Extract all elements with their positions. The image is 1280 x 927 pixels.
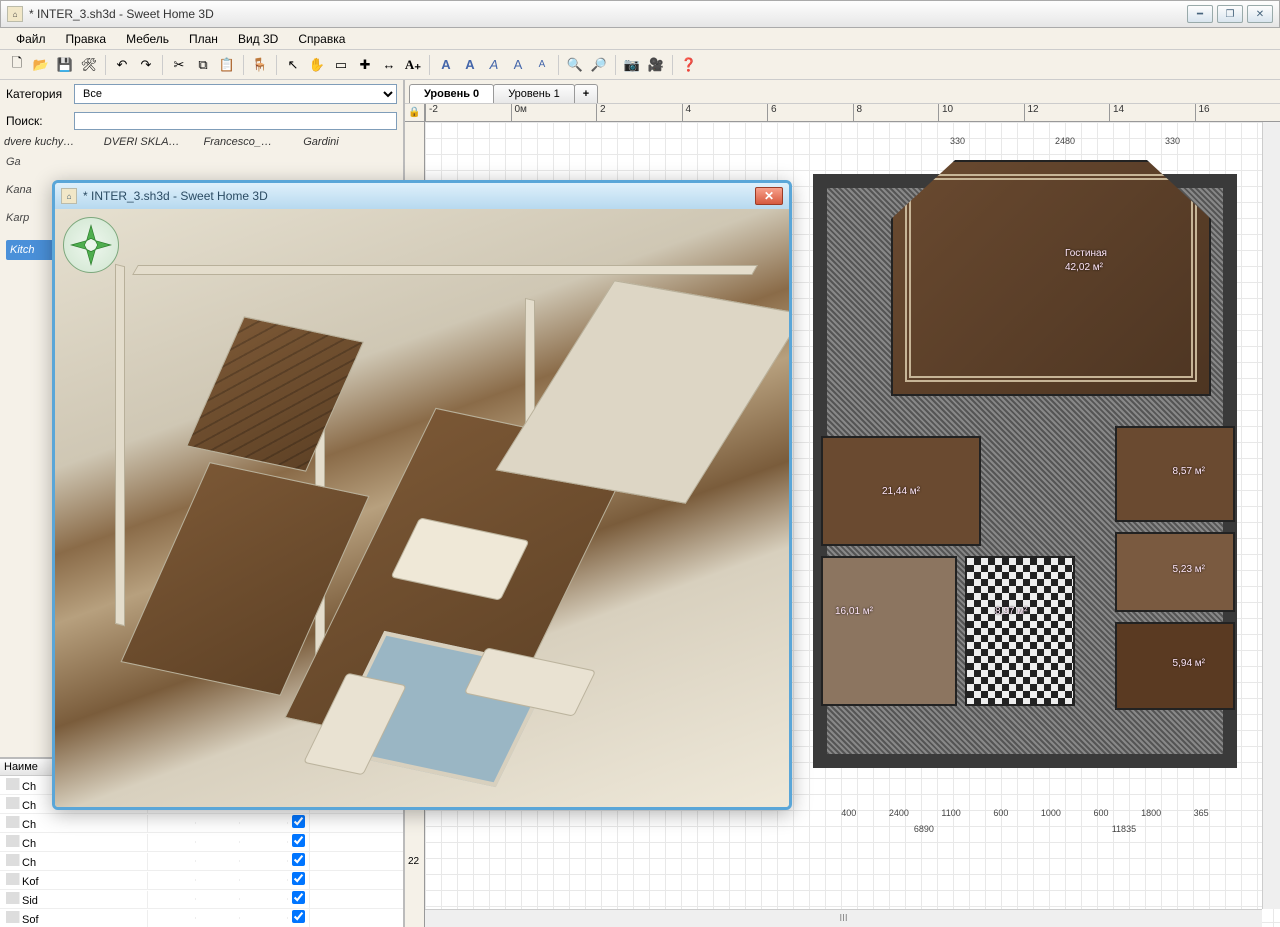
- preferences-icon[interactable]: 🛠: [78, 54, 100, 76]
- view3d-close-button[interactable]: ✕: [755, 187, 783, 205]
- table-row[interactable]: Sof: [0, 909, 403, 927]
- main-titlebar: ⌂ * INTER_3.sh3d - Sweet Home 3D ━ ❐ ✕: [0, 0, 1280, 28]
- save-icon[interactable]: 💾: [54, 54, 76, 76]
- view3d-title: * INTER_3.sh3d - Sweet Home 3D: [83, 189, 268, 203]
- create-rooms-icon[interactable]: ✚: [354, 54, 376, 76]
- horizontal-scrollbar[interactable]: III: [425, 909, 1262, 927]
- table-row[interactable]: Sid: [0, 890, 403, 909]
- maximize-button[interactable]: ❐: [1217, 5, 1243, 23]
- catalog-col: dvere kuchy…: [4, 136, 100, 148]
- select-tool-icon[interactable]: ↖: [282, 54, 304, 76]
- separator: [429, 55, 430, 75]
- room-living-area: 42,02 м²: [1065, 262, 1103, 273]
- room-living-label: Гостиная: [1065, 248, 1107, 259]
- visibility-checkbox[interactable]: [292, 834, 305, 847]
- dimensions-bottom-2: 689011835: [825, 824, 1225, 834]
- menu-file[interactable]: Файл: [8, 30, 54, 48]
- visibility-checkbox[interactable]: [292, 872, 305, 885]
- create-dimensions-icon[interactable]: ↔: [378, 54, 400, 76]
- add-furniture-icon[interactable]: 🪑: [249, 54, 271, 76]
- room-mid[interactable]: 21,44 м²: [821, 436, 981, 546]
- text-size2-icon[interactable]: A: [531, 54, 553, 76]
- floorplan: 3302480330 Гостиная 42,02 м² 21,44 м² 8,…: [805, 136, 1245, 776]
- vertical-scrollbar[interactable]: [1262, 122, 1280, 909]
- window-title: * INTER_3.sh3d - Sweet Home 3D: [29, 7, 214, 21]
- view3d-canvas[interactable]: [55, 209, 789, 807]
- open-file-icon[interactable]: 📂: [30, 54, 52, 76]
- ruler-horizontal: -20м 24 68 1012 1416: [425, 104, 1280, 122]
- menu-plan[interactable]: План: [181, 30, 226, 48]
- copy-icon[interactable]: ⧉: [192, 54, 214, 76]
- separator: [162, 55, 163, 75]
- visibility-checkbox[interactable]: [292, 891, 305, 904]
- text-bold-icon[interactable]: A: [459, 54, 481, 76]
- view3d-window[interactable]: ⌂ * INTER_3.sh3d - Sweet Home 3D ✕: [52, 180, 792, 810]
- table-row[interactable]: Ch: [0, 852, 403, 871]
- close-button[interactable]: ✕: [1247, 5, 1273, 23]
- undo-icon[interactable]: ↶: [111, 54, 133, 76]
- category-select[interactable]: Все: [74, 84, 397, 104]
- room-bl[interactable]: [821, 556, 957, 706]
- catalog-col: DVERI SKLA…: [104, 136, 200, 148]
- app-icon: ⌂: [61, 188, 77, 204]
- visibility-checkbox[interactable]: [292, 853, 305, 866]
- catalog-col: Francesco_…: [204, 136, 300, 148]
- app-icon: ⌂: [7, 6, 23, 22]
- separator: [672, 55, 673, 75]
- separator: [558, 55, 559, 75]
- separator: [276, 55, 277, 75]
- lock-icon[interactable]: 🔒: [405, 104, 425, 122]
- zoom-in-icon[interactable]: 🔍: [564, 54, 586, 76]
- menu-furniture[interactable]: Мебель: [118, 30, 177, 48]
- separator: [243, 55, 244, 75]
- visibility-checkbox[interactable]: [292, 910, 305, 923]
- level-tab-add[interactable]: +: [574, 84, 598, 103]
- level-tab-1[interactable]: Уровень 1: [493, 84, 575, 103]
- help-icon[interactable]: ❓: [678, 54, 700, 76]
- zoom-out-icon[interactable]: 🔎: [588, 54, 610, 76]
- menu-view3d[interactable]: Вид 3D: [230, 30, 286, 48]
- menu-help[interactable]: Справка: [290, 30, 353, 48]
- separator: [615, 55, 616, 75]
- menubar: Файл Правка Мебель План Вид 3D Справка: [0, 28, 1280, 50]
- search-input[interactable]: [74, 112, 397, 130]
- paste-icon[interactable]: 📋: [216, 54, 238, 76]
- create-walls-icon[interactable]: ▭: [330, 54, 352, 76]
- catalog-item-label: Kana: [6, 184, 32, 196]
- category-label: Категория: [6, 87, 68, 101]
- room-bath[interactable]: [965, 556, 1075, 706]
- room-living[interactable]: [891, 160, 1211, 396]
- level-tabs: Уровень 0 Уровень 1 +: [405, 80, 1280, 104]
- new-file-icon[interactable]: 🗋: [6, 54, 28, 76]
- text-size-icon[interactable]: A: [507, 54, 529, 76]
- cut-icon[interactable]: ✂: [168, 54, 190, 76]
- search-label: Поиск:: [6, 114, 68, 128]
- view3d-titlebar[interactable]: ⌂ * INTER_3.sh3d - Sweet Home 3D ✕: [55, 183, 789, 209]
- take-photo-icon[interactable]: 📷: [621, 54, 643, 76]
- menu-edit[interactable]: Правка: [58, 30, 115, 48]
- text-format-icon[interactable]: A: [435, 54, 457, 76]
- catalog-item-label: Karp: [6, 212, 29, 224]
- table-row[interactable]: Ch: [0, 814, 403, 833]
- minimize-button[interactable]: ━: [1187, 5, 1213, 23]
- visibility-checkbox[interactable]: [292, 815, 305, 828]
- level-tab-0[interactable]: Уровень 0: [409, 84, 494, 103]
- catalog-header: dvere kuchy… DVERI SKLA… Francesco_… Gar…: [0, 134, 403, 150]
- pan-tool-icon[interactable]: ✋: [306, 54, 328, 76]
- create-text-icon[interactable]: A₊: [402, 54, 424, 76]
- table-row[interactable]: Kof: [0, 871, 403, 890]
- text-italic-icon[interactable]: A: [483, 54, 505, 76]
- compass-icon[interactable]: [63, 217, 119, 273]
- redo-icon[interactable]: ↷: [135, 54, 157, 76]
- catalog-col: Gardini: [303, 136, 399, 148]
- catalog-item-label: Ga: [6, 156, 21, 168]
- table-row[interactable]: Ch: [0, 833, 403, 852]
- separator: [105, 55, 106, 75]
- toolbar: 🗋 📂 💾 🛠 ↶ ↷ ✂ ⧉ 📋 🪑 ↖ ✋ ▭ ✚ ↔ A₊ A A A A…: [0, 50, 1280, 80]
- catalog-item-label: Kitch: [10, 244, 34, 256]
- dimensions-bottom: 40024001100 6001000600 1800365: [825, 808, 1225, 818]
- record-video-icon[interactable]: 🎥: [645, 54, 667, 76]
